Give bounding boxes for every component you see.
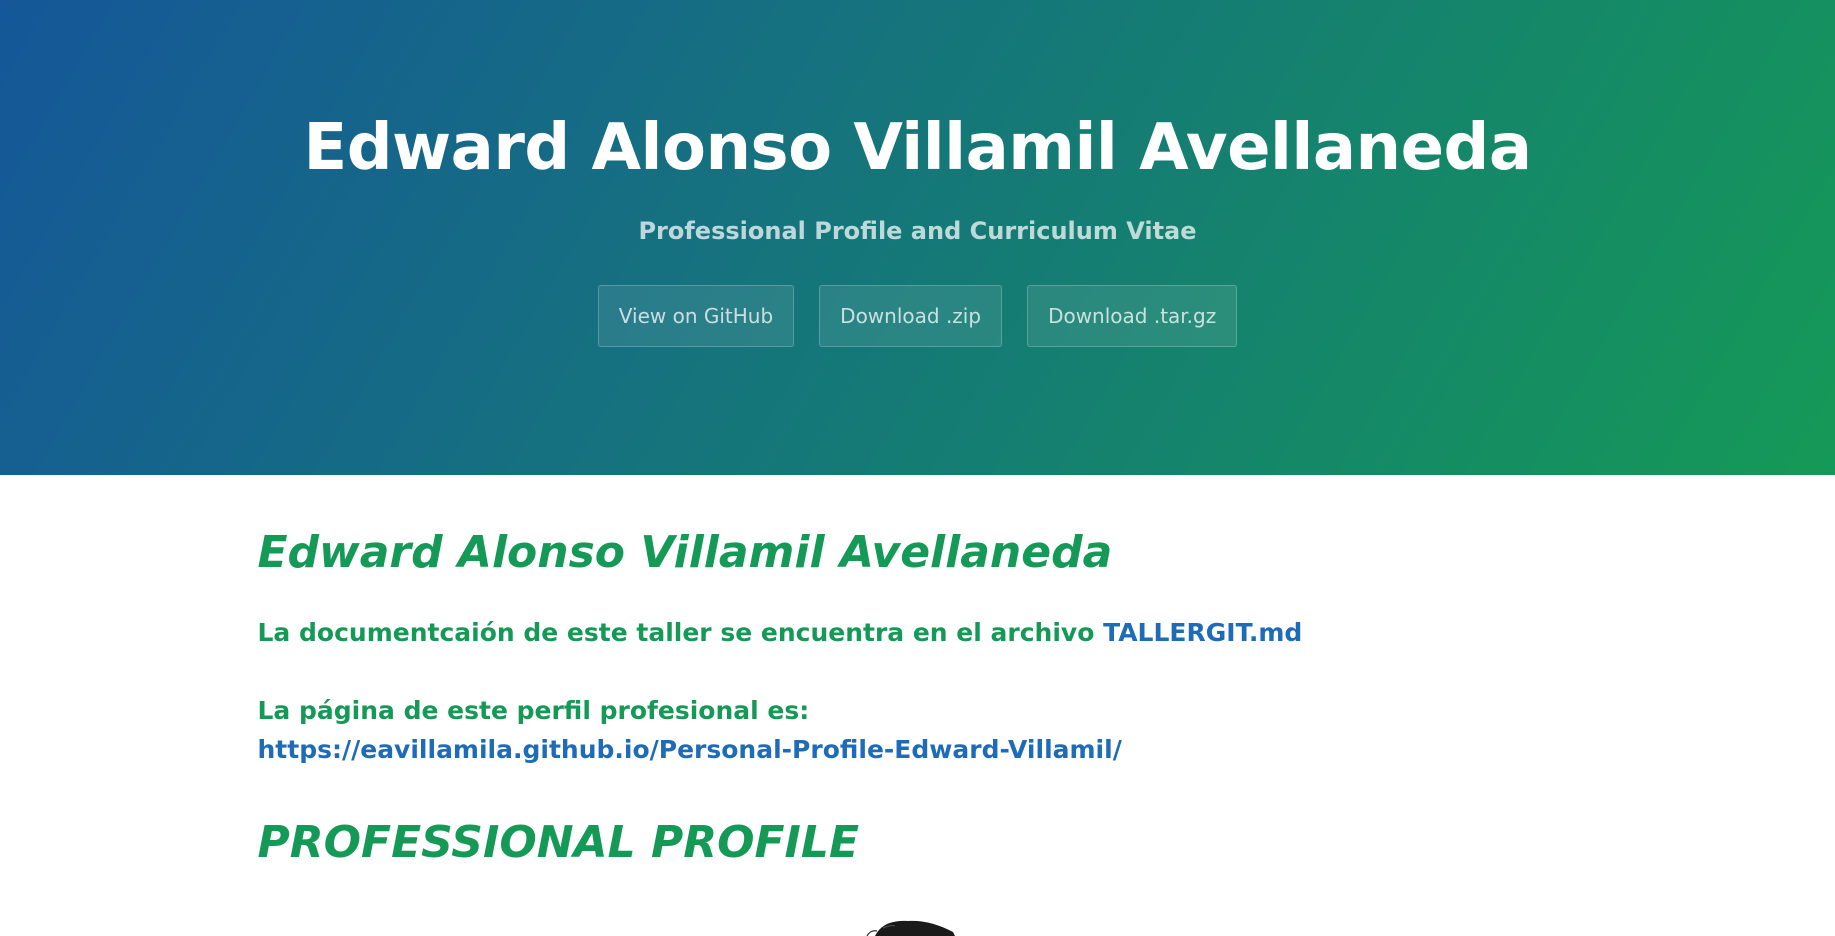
- documentation-text: La documentcaión de este taller se encue…: [257, 618, 1104, 647]
- documentation-paragraph: La documentcaión de este taller se encue…: [258, 613, 1303, 652]
- view-on-github-button[interactable]: View on GitHub: [597, 285, 795, 347]
- download-zip-button[interactable]: Download .zip: [819, 285, 1003, 347]
- profile-page-text: La página de este perfil profesional es:: [257, 696, 810, 725]
- profile-page-paragraph: La página de este perfil profesional es:…: [258, 691, 1268, 769]
- main-content: Edward Alonso Villamil Avellaneda La doc…: [253, 523, 1303, 873]
- tallergit-link[interactable]: TALLERGIT.md: [1103, 618, 1302, 647]
- profile-page-link[interactable]: https://eavillamila.github.io/Personal-P…: [258, 735, 1122, 764]
- project-tagline: Professional Profile and Curriculum Vita…: [638, 217, 1197, 245]
- project-name: Edward Alonso Villamil Avellaneda: [303, 111, 1533, 185]
- profile-title: Edward Alonso Villamil Avellaneda: [257, 527, 1113, 578]
- download-targz-button[interactable]: Download .tar.gz: [1027, 285, 1238, 347]
- professional-profile-heading: PROFESSIONAL PROFILE: [257, 817, 860, 868]
- profile-photo: [866, 920, 955, 936]
- page-header: Edward Alonso Villamil Avellaneda Profes…: [0, 0, 1835, 475]
- header-button-row: View on GitHub Download .zip Download .t…: [0, 285, 1835, 347]
